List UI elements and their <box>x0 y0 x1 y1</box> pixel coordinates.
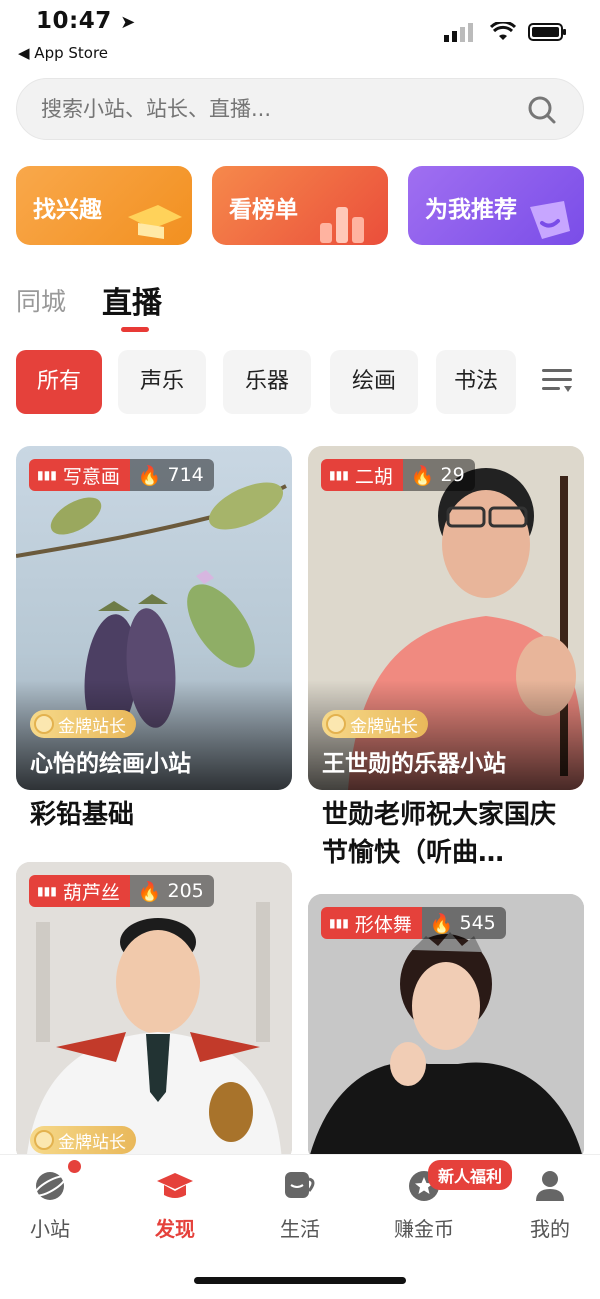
status-bar: 10:47 ➤ ◀ App Store <box>0 0 600 70</box>
hulusi-player-photo <box>16 862 292 1162</box>
view-rankings-card[interactable]: 看榜单 <box>212 166 388 245</box>
live-category: 葫芦丝 <box>62 881 120 904</box>
cup-icon <box>285 1172 315 1198</box>
find-interest-card[interactable]: 找兴趣 <box>16 166 192 245</box>
live-badge: ▮▮▮ 二胡 🔥 29 <box>321 459 475 491</box>
gold-host-badge: 金牌站长 <box>30 1126 136 1154</box>
chip-instrument[interactable]: 乐器 <box>223 350 311 414</box>
graduation-cap-icon <box>157 1173 193 1198</box>
planet-icon <box>34 1172 66 1200</box>
gold-medal-icon <box>326 714 346 734</box>
graduation-cap-icon <box>128 205 182 239</box>
live-badge: ▮▮▮ 形体舞 🔥 545 <box>321 907 506 939</box>
gold-host-badge: 金牌站长 <box>30 710 136 738</box>
heat-count: 714 <box>167 464 204 486</box>
active-tab-indicator <box>121 327 149 332</box>
chip-all[interactable]: 所有 <box>16 350 102 414</box>
gold-medal-icon <box>34 714 54 734</box>
gold-host-badge: 金牌站长 <box>322 710 428 738</box>
live-card[interactable]: ▮▮▮ 葫芦丝 🔥 205 金牌站长 <box>16 862 292 1162</box>
station-name: 心怡的绘画小站 <box>30 751 191 777</box>
chip-painting[interactable]: 绘画 <box>330 350 418 414</box>
station-name: 王世勋的乐器小站 <box>322 751 506 777</box>
gold-medal-icon <box>34 1130 54 1150</box>
live-category: 二胡 <box>354 465 393 488</box>
user-icon <box>536 1171 564 1201</box>
notification-dot <box>68 1160 81 1173</box>
nav-life[interactable]: 生活 <box>260 1169 340 1242</box>
recommend-for-me-card[interactable]: 为我推荐 <box>408 166 584 245</box>
tab-same-city[interactable]: 同城 <box>16 282 66 318</box>
live-card[interactable]: ▮▮▮ 写意画 🔥 714 金牌站长 心怡的绘画小站 <box>16 446 292 790</box>
live-bars-icon: ▮▮▮ <box>37 468 57 482</box>
heat-count: 29 <box>440 464 465 486</box>
category-chips: 所有 声乐 乐器 绘画 书法 <box>16 350 516 414</box>
live-card[interactable]: ▮▮▮ 形体舞 🔥 545 <box>308 894 584 1162</box>
status-time: 10:47 ➤ <box>36 8 136 34</box>
tab-live[interactable]: 直播 <box>102 278 162 322</box>
cellular-signal-icon <box>444 23 473 42</box>
heat-count: 545 <box>459 912 496 934</box>
live-badge: ▮▮▮ 葫芦丝 🔥 205 <box>29 875 214 907</box>
live-category: 形体舞 <box>354 913 412 936</box>
search-input[interactable] <box>41 79 511 139</box>
search-icon[interactable] <box>527 95 557 125</box>
home-indicator[interactable] <box>194 1277 406 1284</box>
live-bars-icon: ▮▮▮ <box>329 916 349 930</box>
live-bars-icon: ▮▮▮ <box>37 884 57 898</box>
flame-icon: 🔥 <box>429 912 454 935</box>
wifi-icon <box>490 22 516 40</box>
live-badge: ▮▮▮ 写意画 🔥 714 <box>29 459 214 491</box>
bar-chart-icon <box>320 207 364 243</box>
live-title[interactable]: 世勋老师祝大家国庆节愉快（听曲… <box>322 796 572 872</box>
filter-menu-icon[interactable] <box>540 366 574 396</box>
chip-calligraphy[interactable]: 书法 <box>436 350 516 414</box>
live-category: 写意画 <box>62 465 120 488</box>
location-arrow-icon: ➤ <box>120 12 136 33</box>
nav-mine[interactable]: 我的 <box>510 1169 590 1242</box>
badge-icon <box>530 201 570 239</box>
flame-icon: 🔥 <box>410 464 435 487</box>
live-bars-icon: ▮▮▮ <box>329 468 349 482</box>
search-bar[interactable] <box>16 78 584 140</box>
flame-icon: 🔥 <box>137 464 162 487</box>
battery-icon <box>528 23 566 41</box>
chip-vocal[interactable]: 声乐 <box>118 350 206 414</box>
heat-count: 205 <box>167 880 204 902</box>
back-to-app-store[interactable]: ◀ App Store <box>18 44 108 62</box>
new-user-benefit-badge[interactable]: 新人福利 <box>428 1160 513 1190</box>
nav-station[interactable]: 小站 <box>10 1169 90 1242</box>
live-card[interactable]: ▮▮▮ 二胡 🔥 29 金牌站长 王世勋的乐器小站 <box>308 446 584 790</box>
live-title[interactable]: 彩铅基础 <box>30 796 280 834</box>
nav-discover[interactable]: 发现 <box>135 1169 215 1242</box>
flame-icon: 🔥 <box>137 880 162 903</box>
